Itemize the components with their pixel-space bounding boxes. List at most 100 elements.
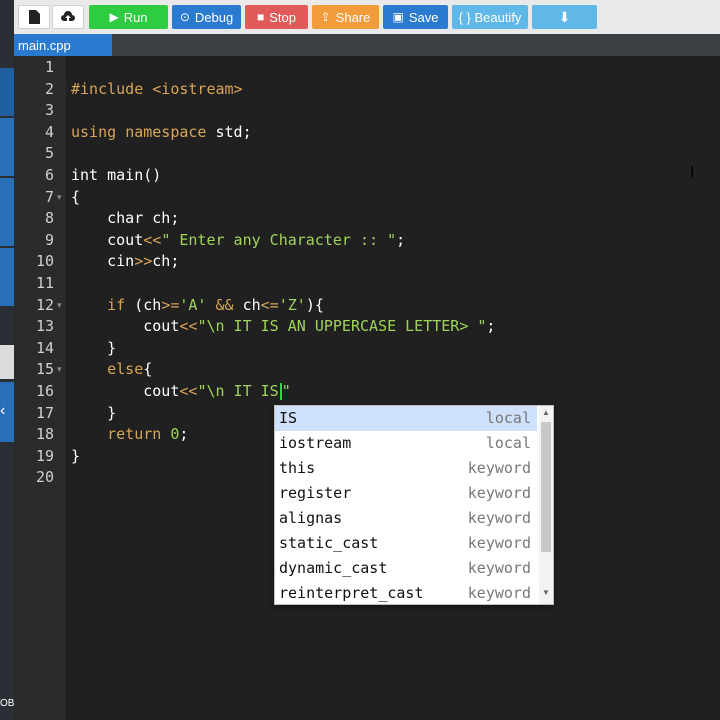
code-token: && <box>215 295 234 314</box>
line-number: 9 <box>44 230 54 249</box>
autocomplete-item[interactable]: reinterpret_cast keyword <box>275 581 537 606</box>
autocomplete-item[interactable]: register keyword <box>275 481 537 506</box>
autocomplete-item-name: iostream <box>279 434 352 452</box>
autocomplete-item-name: IS <box>279 409 298 427</box>
upload-button[interactable] <box>52 5 84 29</box>
code-token: <iostream> <box>152 79 243 98</box>
line-number-gutter: 1 2 3 4 5 6 7 ▾ 8 9 10 11 12 ▾ 13 14 15 ▾ 16 17 18 19 20 <box>14 56 66 720</box>
code-token: ch; <box>152 252 180 271</box>
line-number: 10 <box>35 252 54 271</box>
code-line: } <box>71 446 80 468</box>
code-token: (ch <box>134 295 162 314</box>
sidebar-block[interactable] <box>0 248 14 306</box>
autocomplete-item-kind: keyword <box>467 509 531 527</box>
code-token: cout <box>71 230 144 249</box>
line-number: 19 <box>35 446 54 465</box>
autocomplete-item-name: alignas <box>279 509 343 527</box>
download-button[interactable]: ⬇ <box>532 5 597 29</box>
code-token: << <box>143 230 162 249</box>
tab-main-cpp[interactable]: main.cpp <box>14 34 112 56</box>
code-line: using namespace std; <box>71 122 252 144</box>
debug-button[interactable]: ⊙ Debug <box>172 5 241 29</box>
line-number: 4 <box>44 122 54 141</box>
fold-arrow-icon[interactable]: ▾ <box>57 359 65 381</box>
code-token: <= <box>260 295 279 314</box>
cloud-upload-icon <box>61 11 75 22</box>
beautify-button[interactable]: { } Beautify <box>452 5 528 29</box>
code-token: else <box>71 360 144 379</box>
code-token: " Enter any Character :: " <box>161 230 397 249</box>
code-token: std; <box>215 122 252 141</box>
code-editor[interactable]: #include <iostream> using namespace std; i… <box>66 56 720 720</box>
text-cursor-icon: I <box>690 164 695 181</box>
code-line: char ch; <box>71 208 179 230</box>
sidebar-block[interactable] <box>0 178 14 246</box>
new-file-button[interactable] <box>18 5 50 29</box>
autocomplete-popup: IS local iostream local this keyword register k… <box>274 405 554 605</box>
line-number: 1 <box>44 58 54 76</box>
autocomplete-item-kind: keyword <box>467 459 531 477</box>
autocomplete-item-kind: local <box>485 434 531 452</box>
autocomplete-item[interactable]: this keyword <box>275 456 537 481</box>
run-label: Run <box>123 9 148 25</box>
code-token: "\n IT IS AN UPPERCASE LETTER> " <box>197 317 487 336</box>
code-token: using <box>71 122 126 141</box>
sidebar-block[interactable] <box>0 118 14 176</box>
sidebar-block[interactable] <box>0 345 14 379</box>
sidebar-bottom-label: OB <box>0 698 15 709</box>
code-token: { <box>143 360 153 379</box>
fold-arrow-icon[interactable]: ▾ <box>57 187 65 209</box>
save-label: Save <box>408 9 439 25</box>
code-token: >> <box>134 252 153 271</box>
code-line: int main() <box>71 165 161 187</box>
autocomplete-item[interactable]: alignas keyword <box>275 506 537 531</box>
download-icon: ⬇ <box>558 9 571 25</box>
scroll-down-icon[interactable]: ▼ <box>539 588 553 597</box>
code-token: << <box>179 317 198 336</box>
stop-icon: ■ <box>257 10 265 24</box>
code-token: #include <box>71 79 153 98</box>
code-token: ; <box>486 317 496 336</box>
code-token: } <box>71 403 117 422</box>
line-number: 11 <box>35 274 54 292</box>
line-number: 15 <box>35 360 54 379</box>
sidebar-block[interactable] <box>0 68 14 116</box>
run-button[interactable]: ▶ Run <box>89 5 168 29</box>
code-token: cout <box>71 382 180 400</box>
code-token: int main() <box>71 166 162 184</box>
line-number: 5 <box>44 144 54 163</box>
code-token: ){ <box>305 295 324 314</box>
share-icon: ⇪ <box>320 10 331 24</box>
line-number: 12 <box>35 295 54 314</box>
autocomplete-item-kind: local <box>485 409 531 427</box>
code-line: } <box>71 338 116 360</box>
autocomplete-item[interactable]: static_cast keyword <box>275 531 537 556</box>
code-line: else{ <box>71 359 152 381</box>
beautify-label: { } Beautify <box>458 9 522 25</box>
code-token: ch <box>233 295 261 314</box>
autocomplete-item[interactable]: IS local <box>275 406 537 431</box>
line-number: 13 <box>35 317 54 336</box>
autocomplete-item[interactable]: iostream local <box>275 431 537 456</box>
autocomplete-item[interactable]: dynamic_cast keyword <box>275 556 537 581</box>
share-button[interactable]: ⇪ Share <box>312 5 379 29</box>
sidebar-collapse-button[interactable]: ‹ <box>0 382 14 442</box>
scrollbar-thumb[interactable] <box>541 422 551 552</box>
autocomplete-item-name: reinterpret_cast <box>279 584 424 602</box>
save-button[interactable]: ▣ Save <box>383 5 448 29</box>
autocomplete-scrollbar[interactable]: ▲ ▼ <box>539 406 553 604</box>
autocomplete-item-name: register <box>279 484 352 502</box>
fold-arrow-icon[interactable]: ▾ <box>57 295 65 317</box>
chevron-left-icon: ‹ <box>0 402 6 419</box>
left-sidebar-strip: ‹ OB <box>0 0 14 720</box>
line-number: 17 <box>35 403 54 422</box>
debug-icon: ⊙ <box>179 10 190 24</box>
code-line: cin>>ch; <box>71 251 179 273</box>
scroll-up-icon[interactable]: ▲ <box>539 408 553 417</box>
code-token: ; <box>179 425 189 444</box>
line-number: 14 <box>35 338 54 357</box>
code-line: cout<<"\n IT IS AN UPPERCASE LETTER> "; <box>71 316 495 338</box>
tab-bar: main.cpp <box>14 34 720 56</box>
stop-button[interactable]: ■ Stop <box>245 5 308 29</box>
code-token: namespace <box>125 122 216 141</box>
